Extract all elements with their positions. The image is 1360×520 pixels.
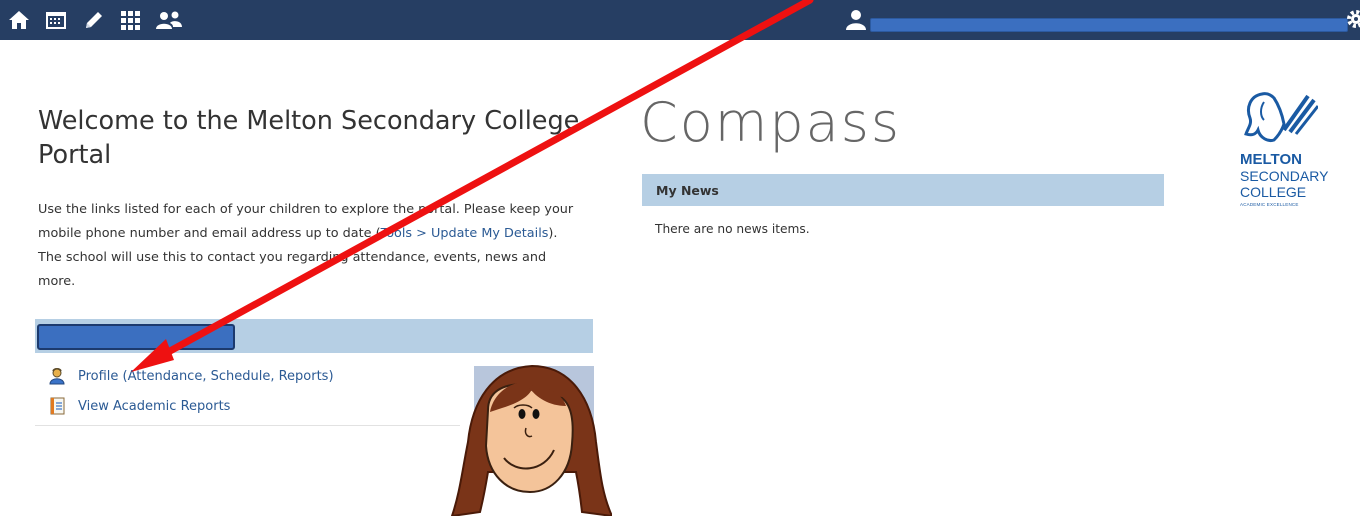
academic-reports-link[interactable]: View Academic Reports: [48, 395, 230, 417]
school-name-line2: SECONDARY: [1240, 168, 1329, 184]
compass-logo: Compass: [640, 91, 901, 154]
calendar-icon[interactable]: [44, 9, 68, 31]
welcome-title: Welcome to the Melton Secondary College …: [38, 106, 580, 170]
welcome-text: Use the links listed for each of your ch…: [38, 198, 583, 294]
school-tagline: ACADEMIC EXCELLENCE: [1240, 202, 1299, 207]
school-name-line3: COLLEGE: [1240, 184, 1307, 200]
pencil-icon[interactable]: [82, 9, 106, 31]
news-header: My News: [642, 174, 1164, 206]
profile-link[interactable]: Profile (Attendance, Schedule, Reports): [48, 365, 334, 387]
user-icon[interactable]: [843, 8, 869, 32]
people-icon[interactable]: [154, 9, 184, 31]
report-icon: [48, 397, 66, 415]
child-panel-divider: [35, 425, 460, 426]
update-details-link[interactable]: Tools > Update My Details: [381, 226, 549, 241]
school-logo: MELTON SECONDARY COLLEGE ACADEMIC EXCELL…: [1214, 90, 1360, 214]
child-name-bar[interactable]: [37, 324, 235, 350]
profile-link-label: Profile (Attendance, Schedule, Reports): [78, 368, 334, 384]
gear-icon[interactable]: [1344, 7, 1360, 31]
top-navigation-bar: [0, 0, 1360, 40]
grid-icon[interactable]: [118, 9, 142, 31]
school-logo-emblem: [1244, 92, 1318, 142]
user-name-bar[interactable]: [870, 18, 1348, 32]
child-avatar: [432, 362, 614, 518]
school-name-line1: MELTON: [1240, 151, 1302, 168]
home-icon[interactable]: [7, 9, 31, 31]
academic-reports-link-label: View Academic Reports: [78, 398, 231, 414]
profile-icon: [48, 367, 66, 385]
news-empty-message: There are no news items.: [655, 222, 810, 236]
